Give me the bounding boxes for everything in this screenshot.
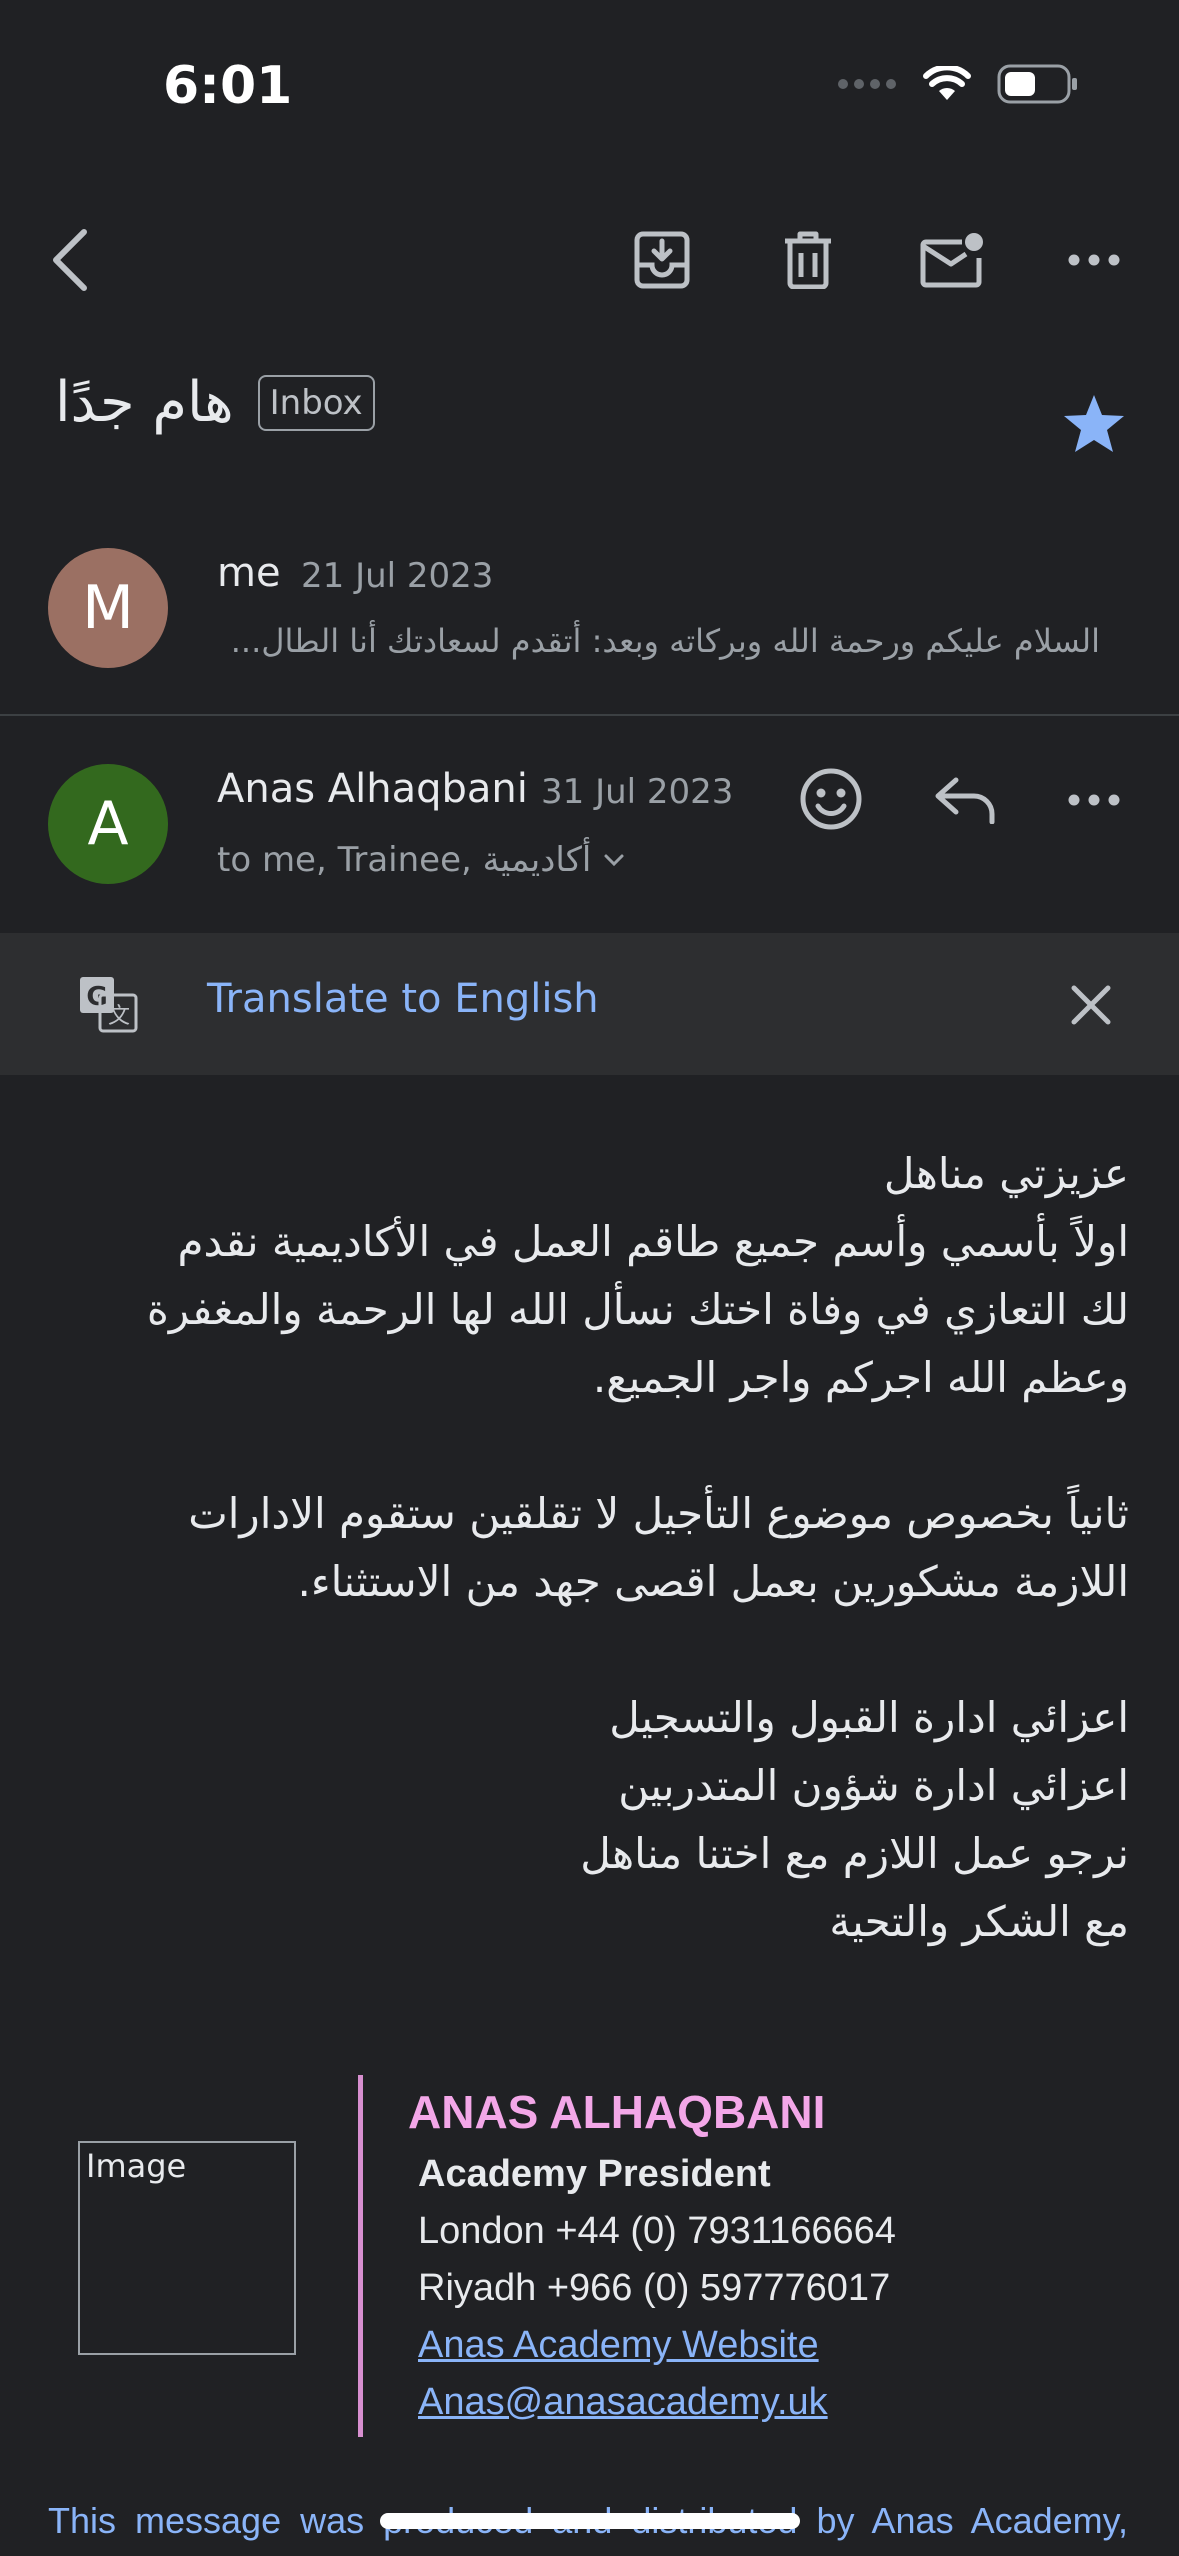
message-date: 31 Jul 2023 xyxy=(541,772,734,812)
sender-name: Anas Alhaqbani xyxy=(217,766,528,812)
archive-button[interactable] xyxy=(632,228,692,292)
subject-row: هام جدًا Inbox xyxy=(55,370,375,435)
body-line: ثانياً بخصوص موضوع التأجيل لا تقلقين ستق… xyxy=(188,1489,1129,1538)
svg-text:文: 文 xyxy=(108,1004,130,1029)
body-line: لك التعازي في وفاة اختك نسأل الله لها ال… xyxy=(146,1285,1129,1334)
delete-button[interactable] xyxy=(778,228,838,292)
reply-icon xyxy=(935,777,995,824)
body-line: وعظم الله اجركم واجر الجميع. xyxy=(592,1353,1129,1402)
star-icon xyxy=(1064,395,1124,452)
message-snippet[interactable]: السلام عليكم ورحمة الله وبركاته وبعد: أت… xyxy=(215,622,1100,660)
svg-text:G: G xyxy=(86,982,107,1012)
signature-phone-riyadh[interactable]: Riyadh +966 (0) 597776017 xyxy=(418,2267,890,2310)
body-line: اعزائي ادارة القبول والتسجيل xyxy=(609,1693,1129,1742)
avatar[interactable]: A xyxy=(48,764,168,884)
body-line: نرجو عمل اللازم مع اختنا مناهل xyxy=(580,1829,1129,1878)
signature-image: Image xyxy=(78,2141,296,2355)
signature-name: ANAS ALHAQBANI xyxy=(408,2086,826,2138)
status-icons xyxy=(837,64,1079,104)
recipients-toggle[interactable]: to me, Trainee, أكاديمية xyxy=(217,840,625,880)
close-translate-button[interactable] xyxy=(1070,980,1112,1030)
inbox-label[interactable]: Inbox xyxy=(257,374,375,431)
signature-title: Academy President xyxy=(418,2153,771,2195)
battery-icon xyxy=(997,64,1077,104)
body-paragraph: اعزائي ادارة القبول والتسجيل اعزائي ادار… xyxy=(49,1684,1129,1956)
message-more-button[interactable] xyxy=(1065,780,1123,820)
delete-icon xyxy=(785,231,831,289)
mark-unread-icon xyxy=(920,233,983,288)
emoji-reaction-button[interactable] xyxy=(796,764,866,834)
signature-phone-london[interactable]: London +44 (0) 7931166664 xyxy=(418,2210,896,2253)
translate-link[interactable]: Translate to English xyxy=(207,976,599,1022)
back-button[interactable] xyxy=(40,225,100,295)
more-button[interactable] xyxy=(1065,240,1123,280)
wifi-icon xyxy=(923,66,971,100)
more-icon xyxy=(1068,794,1120,806)
signature-email-link[interactable]: Anas@anasacademy.uk xyxy=(418,2381,828,2424)
translate-icon: G 文 xyxy=(78,975,138,1037)
body-paragraph: ثانياً بخصوص موضوع التأجيل لا تقلقين ستق… xyxy=(49,1480,1129,1616)
message-date: 21 Jul 2023 xyxy=(301,556,494,596)
back-arrow-icon xyxy=(53,229,87,291)
archive-icon xyxy=(634,231,690,289)
emoji-icon xyxy=(800,768,862,830)
body-paragraph: عزيزتي مناهل اولاً بأسمي وأسم جميع طاقم … xyxy=(49,1140,1129,1412)
signal-icon xyxy=(838,79,896,89)
avatar[interactable]: M xyxy=(48,548,168,668)
star-button[interactable] xyxy=(1058,388,1130,460)
body-line: اللازمة مشكورين بعمل اقصى جهد من الاستثن… xyxy=(297,1557,1129,1606)
status-time: 6:01 xyxy=(163,56,293,116)
body-line: عزيزتي مناهل xyxy=(883,1149,1129,1198)
signature-website-link[interactable]: Anas Academy Website xyxy=(418,2324,819,2367)
close-icon xyxy=(1071,985,1111,1025)
body-line: اولاً بأسمي وأسم جميع طاقم العمل في الأك… xyxy=(177,1217,1129,1266)
divider xyxy=(0,714,1179,716)
message-body: عزيزتي مناهل اولاً بأسمي وأسم جميع طاقم … xyxy=(49,1140,1129,2024)
subject-title: هام جدًا xyxy=(55,370,234,435)
body-line: مع الشكر والتحية xyxy=(829,1897,1129,1946)
signature-divider xyxy=(358,2075,363,2437)
recipients-text: to me, Trainee, أكاديمية xyxy=(217,840,592,880)
more-icon xyxy=(1068,254,1120,266)
home-indicator[interactable] xyxy=(380,2513,800,2529)
body-line: اعزائي ادارة شؤون المتدربين xyxy=(618,1761,1129,1810)
sender-name: me xyxy=(217,550,281,596)
mark-unread-button[interactable] xyxy=(918,228,988,292)
chevron-down-icon xyxy=(604,854,624,867)
reply-button[interactable] xyxy=(930,768,1000,832)
